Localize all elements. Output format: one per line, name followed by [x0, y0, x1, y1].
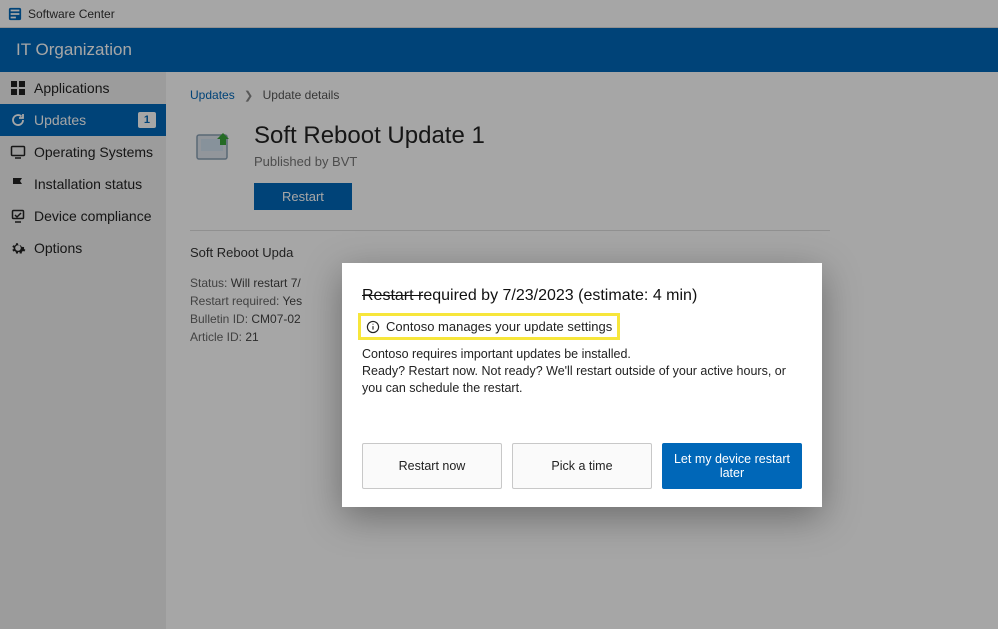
sidebar: Applications Updates 1 Operating Systems…	[0, 72, 166, 629]
dialog-body: Contoso requires important updates be in…	[362, 346, 802, 397]
sidebar-item-operating-systems[interactable]: Operating Systems	[0, 136, 166, 168]
dialog-actions: Restart now Pick a time Let my device re…	[362, 443, 802, 489]
monitor-icon	[10, 144, 26, 160]
dialog-body-line2: Ready? Restart now. Not ready? We'll res…	[362, 363, 802, 397]
pick-a-time-button[interactable]: Pick a time	[512, 443, 652, 489]
meta-status-value: Will restart 7/	[231, 276, 301, 290]
update-description: Soft Reboot Upda	[190, 245, 830, 260]
sidebar-item-label: Updates	[34, 112, 86, 128]
compliance-icon	[10, 208, 26, 224]
gear-icon	[10, 240, 26, 256]
window-title-bar: Software Center	[0, 0, 998, 28]
sidebar-item-label: Applications	[34, 80, 110, 96]
apps-icon	[10, 80, 26, 96]
chevron-right-icon: ❯	[244, 90, 253, 102]
refresh-icon	[10, 112, 26, 128]
sidebar-item-label: Options	[34, 240, 82, 256]
sidebar-item-label: Operating Systems	[34, 144, 153, 160]
breadcrumb-parent[interactable]: Updates	[190, 88, 235, 102]
sidebar-item-device-compliance[interactable]: Device compliance	[0, 200, 166, 232]
breadcrumb: Updates ❯ Update details	[190, 88, 974, 102]
sidebar-item-options[interactable]: Options	[0, 232, 166, 264]
meta-status-label: Status:	[190, 276, 227, 290]
update-publisher: Published by BVT	[254, 154, 485, 169]
meta-restart-required-label: Restart required:	[190, 294, 279, 308]
sidebar-item-label: Installation status	[34, 176, 142, 192]
app-icon	[8, 7, 22, 21]
update-icon	[190, 122, 238, 170]
meta-bulletin-value: CM07-02	[251, 312, 300, 326]
restart-later-button[interactable]: Let my device restart later	[662, 443, 802, 489]
updates-badge: 1	[138, 112, 156, 128]
sidebar-item-applications[interactable]: Applications	[0, 72, 166, 104]
info-icon	[366, 320, 380, 334]
meta-article-label: Article ID:	[190, 330, 242, 344]
flag-icon	[10, 176, 26, 192]
dialog-managed-text: Contoso manages your update settings	[386, 319, 612, 334]
sidebar-item-updates[interactable]: Updates 1	[0, 104, 166, 136]
meta-bulletin-label: Bulletin ID:	[190, 312, 248, 326]
meta-article-value: 21	[245, 330, 258, 344]
update-title: Soft Reboot Update 1	[254, 122, 485, 150]
dialog-body-line1: Contoso requires important updates be in…	[362, 346, 802, 363]
dialog-managed-notice: Contoso manages your update settings	[362, 317, 616, 336]
restart-now-button[interactable]: Restart now	[362, 443, 502, 489]
org-banner: IT Organization	[0, 28, 998, 72]
dialog-heading: Restart required by 7/23/2023 (estimate:…	[362, 287, 802, 305]
sidebar-item-label: Device compliance	[34, 208, 152, 224]
restart-dialog: Restart required by 7/23/2023 (estimate:…	[342, 263, 822, 507]
meta-restart-required-value: Yes	[283, 294, 303, 308]
restart-button[interactable]: Restart	[254, 183, 352, 210]
sidebar-item-installation-status[interactable]: Installation status	[0, 168, 166, 200]
breadcrumb-current: Update details	[263, 88, 340, 102]
update-header: Soft Reboot Update 1 Published by BVT Re…	[190, 122, 974, 210]
window-title: Software Center	[28, 7, 115, 21]
divider	[190, 230, 830, 231]
